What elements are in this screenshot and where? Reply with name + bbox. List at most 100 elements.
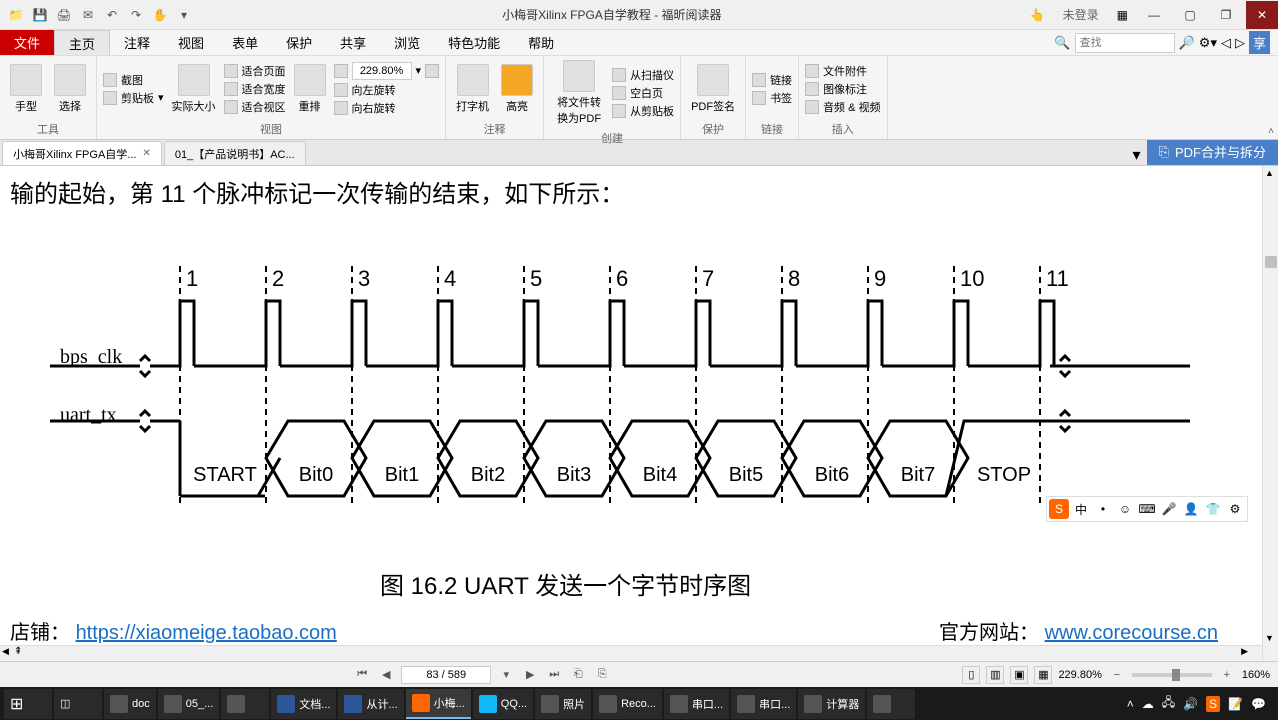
tray-volume-icon[interactable]: 🔊 bbox=[1183, 697, 1198, 711]
task-photos[interactable]: 照片 bbox=[535, 689, 591, 719]
from-scanner-button[interactable]: 从扫描仪 bbox=[612, 67, 674, 83]
annotate-tab[interactable]: 注释 bbox=[110, 30, 164, 55]
shop-url[interactable]: https://xiaomeige.taobao.com bbox=[76, 622, 337, 644]
ime-keyboard[interactable]: ⌨ bbox=[1137, 499, 1157, 519]
screenshot-button[interactable]: 截图 bbox=[103, 72, 164, 88]
restore-button[interactable]: ❐ bbox=[1210, 1, 1242, 29]
doc-tab-1[interactable]: 小梅哥Xilinx FPGA自学... ✕ bbox=[2, 141, 162, 165]
zoom-out-button[interactable]: − bbox=[1108, 666, 1126, 684]
home-tab[interactable]: 主页 bbox=[54, 30, 110, 55]
link-button[interactable]: 链接 bbox=[752, 72, 792, 88]
facing-view[interactable]: ▣ bbox=[1010, 666, 1028, 684]
task-more[interactable] bbox=[867, 689, 915, 719]
task-serial1[interactable]: 串口... bbox=[664, 689, 729, 719]
image-annot-button[interactable]: 图像标注 bbox=[805, 81, 880, 97]
convert-pdf-button[interactable]: 将文件转换为PDF bbox=[550, 58, 608, 128]
fit-page-button[interactable]: 适合页面 bbox=[224, 63, 286, 79]
browse-tab[interactable]: 浏览 bbox=[380, 30, 434, 55]
vertical-scrollbar[interactable]: ▲ ▼ bbox=[1262, 166, 1278, 661]
scroll-left-icon[interactable]: ◀ bbox=[2, 646, 9, 657]
ime-mic[interactable]: 🎤 bbox=[1159, 499, 1179, 519]
features-tab[interactable]: 特色功能 bbox=[434, 30, 514, 55]
highlight-button[interactable]: 高亮 bbox=[497, 62, 537, 116]
tray-up-icon[interactable]: ˄ bbox=[1127, 697, 1134, 711]
undo-icon[interactable]: ↶ bbox=[104, 7, 120, 23]
page-up-icon[interactable]: ⇞ bbox=[14, 646, 22, 657]
taskview-button[interactable]: ◫ bbox=[54, 689, 102, 719]
task-foxit[interactable]: 小梅... bbox=[406, 689, 471, 719]
ime-s-icon[interactable]: S bbox=[1049, 499, 1069, 519]
task-reco[interactable]: Reco... bbox=[593, 689, 662, 719]
grid-icon[interactable]: ▦ bbox=[1111, 8, 1134, 22]
rotate-left-button[interactable]: 向左旋转 bbox=[334, 82, 440, 98]
document-viewport[interactable]: 输的起始，第 11 个脉冲标记一次传输的结束，如下所示： bps_clk uar… bbox=[0, 166, 1278, 661]
zoom-out-icon[interactable] bbox=[334, 64, 348, 78]
zoom-slider[interactable] bbox=[1132, 673, 1212, 677]
pdf-sign-button[interactable]: PDF签名 bbox=[687, 62, 739, 116]
rearrange-button[interactable]: 重排 bbox=[290, 62, 330, 116]
zoom-in-button[interactable]: + bbox=[1218, 666, 1236, 684]
login-button[interactable]: 未登录 bbox=[1055, 4, 1107, 25]
actual-size-button[interactable]: 实际大小 bbox=[168, 62, 220, 116]
attachment-button[interactable]: 文件附件 bbox=[805, 63, 880, 79]
share-pane[interactable]: 享 bbox=[1249, 31, 1270, 54]
search-input[interactable] bbox=[1075, 33, 1175, 53]
fit-width-button[interactable]: 适合宽度 bbox=[224, 81, 286, 97]
zoom-in-icon[interactable] bbox=[425, 64, 439, 78]
pointer-icon[interactable]: 👆 bbox=[1024, 8, 1051, 22]
horizontal-scrollbar[interactable]: ◀ ⇞ ▶ bbox=[0, 645, 1262, 661]
first-page-button[interactable]: ⏮ bbox=[353, 666, 371, 684]
task-paint[interactable] bbox=[221, 689, 269, 719]
next-icon[interactable]: ▷ bbox=[1235, 35, 1245, 51]
ime-punct[interactable]: • bbox=[1093, 499, 1113, 519]
system-tray[interactable]: ˄ ☁ 🖧 🔊 S 📝 💬 bbox=[1127, 693, 1274, 714]
rotate-right-button[interactable]: 向右旋转 bbox=[334, 100, 440, 116]
search-icon[interactable]: 🔍 bbox=[1054, 35, 1070, 51]
ime-toolbar[interactable]: S 中 • ☺ ⌨ 🎤 👤 👕 ⚙ bbox=[1046, 496, 1248, 522]
task-serial2[interactable]: 串口... bbox=[731, 689, 796, 719]
help-tab[interactable]: 帮助 bbox=[514, 30, 568, 55]
task-doc[interactable]: doc bbox=[104, 689, 156, 719]
open-icon[interactable]: 📁 bbox=[8, 7, 24, 23]
zoom-input[interactable] bbox=[352, 62, 412, 80]
blank-page-button[interactable]: 空白页 bbox=[612, 85, 674, 101]
ime-user[interactable]: 👤 bbox=[1181, 499, 1201, 519]
tray-onedrive-icon[interactable]: ☁ bbox=[1142, 697, 1154, 711]
task-word2[interactable]: 从计... bbox=[338, 689, 403, 719]
ime-settings[interactable]: ⚙ bbox=[1225, 499, 1245, 519]
tray-notepad-icon[interactable]: 📝 bbox=[1228, 697, 1243, 711]
file-tab[interactable]: 文件 bbox=[0, 30, 54, 55]
page-dropdown[interactable]: ▾ bbox=[497, 666, 515, 684]
tab-dropdown-icon[interactable]: ▾ bbox=[1127, 145, 1147, 165]
next-page-button[interactable]: ▶ bbox=[521, 666, 539, 684]
task-qq[interactable]: QQ... bbox=[473, 689, 533, 719]
prev-page-button[interactable]: ◀ bbox=[377, 666, 395, 684]
bookmark-button[interactable]: 书签 bbox=[752, 90, 792, 106]
nav-back-button[interactable]: ⎗ bbox=[569, 666, 587, 684]
close-button[interactable]: ✕ bbox=[1246, 1, 1278, 29]
task-word1[interactable]: 文档... bbox=[271, 689, 336, 719]
page-input[interactable] bbox=[401, 666, 491, 684]
task-05[interactable]: 05_... bbox=[158, 689, 220, 719]
audio-video-button[interactable]: 音频 & 视频 bbox=[805, 99, 880, 115]
search-submit-icon[interactable]: 🔎 bbox=[1179, 35, 1195, 51]
minimize-button[interactable]: — bbox=[1138, 1, 1170, 29]
settings-icon[interactable]: ⚙▾ bbox=[1199, 35, 1217, 51]
ribbon-collapse-icon[interactable]: ˄ bbox=[1268, 126, 1274, 137]
ime-skin[interactable]: 👕 bbox=[1203, 499, 1223, 519]
scrollbar-thumb[interactable] bbox=[1265, 256, 1277, 268]
tray-notif-icon[interactable]: 💬 bbox=[1251, 697, 1266, 711]
ime-lang[interactable]: 中 bbox=[1071, 499, 1091, 519]
pdf-merge-button[interactable]: ⎘ PDF合并与拆分 bbox=[1147, 138, 1278, 165]
form-tab[interactable]: 表单 bbox=[218, 30, 272, 55]
ime-emoji[interactable]: ☺ bbox=[1115, 499, 1135, 519]
fit-view-button[interactable]: 适合视区 bbox=[224, 99, 286, 115]
typewriter-button[interactable]: 打字机 bbox=[452, 62, 493, 116]
prev-icon[interactable]: ◁ bbox=[1221, 35, 1231, 51]
tray-ime-icon[interactable]: S bbox=[1206, 696, 1220, 712]
start-button[interactable]: ⊞ bbox=[4, 689, 52, 719]
hand-icon[interactable]: ✋ bbox=[152, 7, 168, 23]
doc-tab-2[interactable]: 01_【产品说明书】AC... bbox=[164, 141, 306, 165]
protect-tab[interactable]: 保护 bbox=[272, 30, 326, 55]
share-tab[interactable]: 共享 bbox=[326, 30, 380, 55]
